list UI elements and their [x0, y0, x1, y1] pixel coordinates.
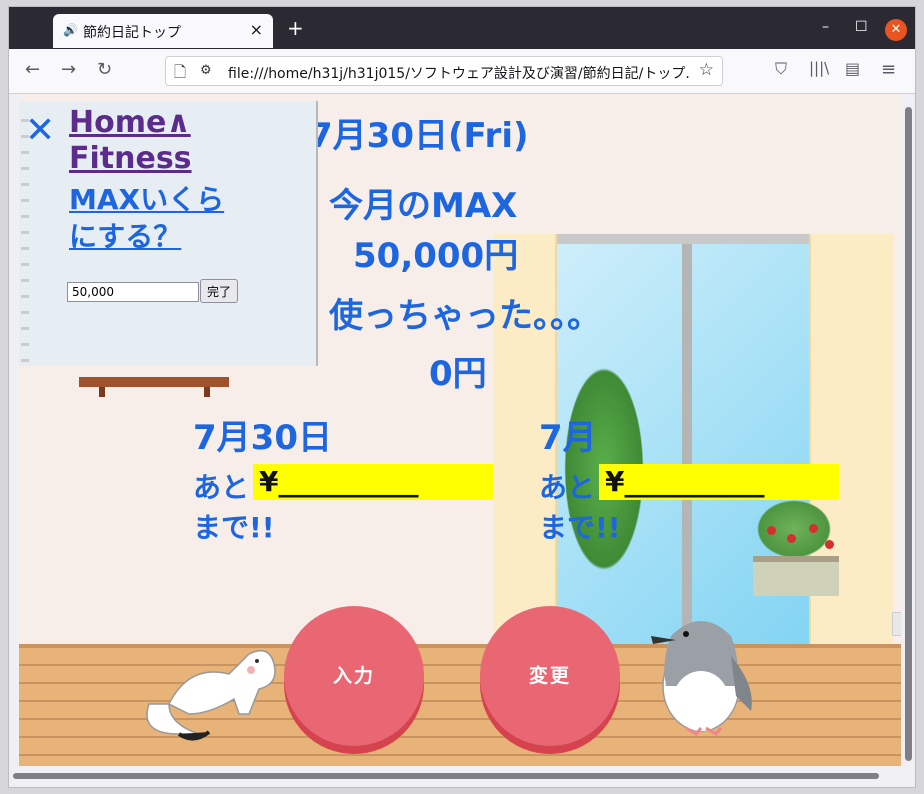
used-label: 使っちゃった。。。 [329, 296, 601, 336]
shelf-bracket [204, 387, 210, 397]
monthly-date-label: 7月 [539, 418, 597, 458]
penguin-illustration [651, 621, 752, 736]
planter-box [753, 556, 839, 596]
daily-date-label: 7月30日 [193, 418, 332, 458]
browser-tab[interactable]: 🔊 節約日記トップ × [53, 14, 273, 48]
window-mullion [682, 244, 692, 644]
month-max-label: 今月のMAX [329, 186, 518, 226]
max-question-line2: にする？ [69, 220, 182, 253]
browser-window: 🔊 節約日記トップ × + – ☐ ✕ ← → ↻ 🗋 ⚙ file:///ho… [8, 6, 916, 788]
new-tab-icon[interactable]: + [287, 16, 304, 40]
tomato-dot [825, 540, 834, 549]
change-button[interactable]: 変更 [480, 606, 620, 746]
menu-icon[interactable]: ≡ [881, 59, 896, 80]
max-question-label: MAXいくら にする？ [69, 181, 224, 255]
wall-shelf [79, 377, 229, 387]
used-value: 0円 [429, 354, 487, 394]
close-menu-icon[interactable]: ✕ [25, 113, 55, 149]
home-link[interactable]: Home∧ [69, 105, 191, 140]
today-date: 7月30日(Fri) [309, 116, 529, 156]
window-close-icon[interactable]: ✕ [885, 19, 907, 41]
tomato-dot [787, 534, 796, 543]
side-menu-panel: ✕ Home∧ Fitness MAXいくら にする？ 完了 [19, 101, 318, 369]
max-question-line1: MAXいくら [69, 183, 225, 216]
speaker-icon[interactable]: 🔊 [63, 23, 78, 37]
vertical-scrollbar[interactable] [905, 107, 912, 761]
forward-icon[interactable]: → [61, 59, 76, 80]
tomato-dot [767, 526, 776, 535]
month-max-value: 50,000円 [353, 236, 519, 276]
monthly-remaining-prefix: あと [539, 471, 596, 504]
daily-remaining-prefix: あと [193, 471, 250, 504]
sidebar-icon[interactable]: ▤ [845, 59, 860, 78]
close-tab-icon[interactable]: × [250, 20, 263, 39]
horizontal-scrollbar[interactable] [13, 773, 879, 779]
address-bar[interactable]: 🗋 ⚙ file:///home/h31j/h31j015/ソフトウェア設計及び… [165, 56, 723, 86]
shelf-bracket [99, 387, 105, 397]
library-icon[interactable]: |||\ [809, 59, 829, 77]
title-bar: 🔊 節約日記トップ × + – ☐ ✕ [9, 7, 915, 49]
monthly-remaining-value: ¥__________ [599, 464, 839, 500]
nav-bar: ← → ↻ 🗋 ⚙ file:///home/h31j/h31j015/ソフトウ… [9, 49, 915, 94]
wall-outlet [892, 612, 901, 636]
reload-icon[interactable]: ↻ [97, 59, 112, 80]
tomato-dot [809, 524, 818, 533]
minimize-icon[interactable]: – [822, 19, 829, 35]
done-button[interactable]: 完了 [200, 279, 238, 303]
back-icon[interactable]: ← [25, 59, 40, 80]
url-text[interactable]: file:///home/h31j/h31j015/ソフトウェア設計及び演習/節… [228, 63, 690, 83]
pocket-icon[interactable]: ⛉ [775, 59, 787, 79]
tomato-plant-illustration [749, 494, 839, 564]
daily-remaining-value: ¥__________ [253, 464, 493, 500]
daily-suffix: まで!! [193, 511, 275, 544]
page-icon: 🗋 [174, 63, 187, 81]
maximize-icon[interactable]: ☐ [855, 19, 868, 35]
bookmark-star-icon[interactable]: ☆ [699, 60, 714, 80]
page-content: 7月30日(Fri) 今月のMAX 50,000円 使っちゃった。。。 0円 7… [19, 94, 901, 766]
fitness-link[interactable]: Fitness [69, 141, 192, 176]
input-button[interactable]: 入力 [284, 606, 424, 746]
max-amount-input[interactable] [67, 282, 199, 302]
monthly-suffix: まで!! [539, 511, 621, 544]
permissions-icon[interactable]: ⚙ [200, 63, 212, 78]
tab-title: 節約日記トップ [83, 25, 181, 41]
ferret-illustration [146, 649, 276, 741]
